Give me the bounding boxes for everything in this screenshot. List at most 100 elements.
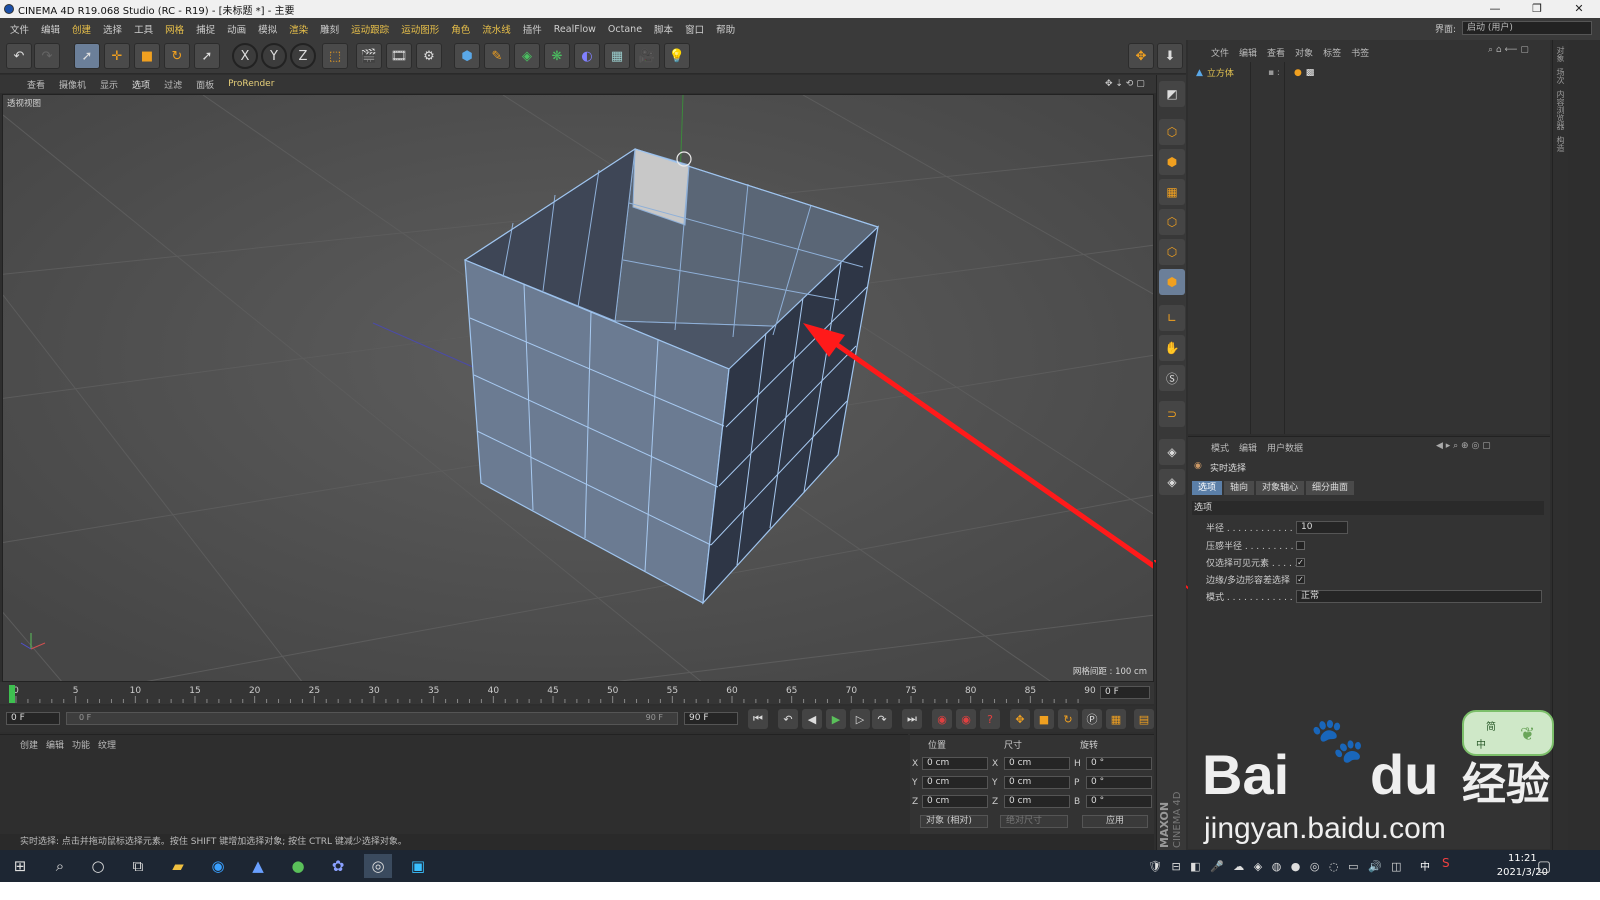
menu-create[interactable]: 创建	[72, 22, 91, 36]
size-mode-select[interactable]: 绝对尺寸	[1000, 815, 1068, 828]
menu-file[interactable]: 文件	[10, 22, 29, 36]
material-tag-icon[interactable]: ▩	[1306, 68, 1315, 78]
apply-button[interactable]: 应用	[1082, 815, 1148, 828]
viewport-menu-panel[interactable]: 面板	[196, 78, 214, 91]
system-tray-icons[interactable]: 🛡 ⊟ ◧ 🎤 ☁ ◈ ◍ ● ◎ ◌ ▭ 🔊 ◫	[1148, 854, 1418, 878]
mat-menu-edit[interactable]: 编辑	[46, 738, 64, 751]
phong-tag-icon[interactable]: ●	[1294, 68, 1302, 78]
polygons-mode-icon[interactable]: ⬢	[1159, 269, 1185, 295]
visibility-toggle-icon[interactable]: ▪ :	[1268, 68, 1280, 78]
attr-menu-userdata[interactable]: 用户数据	[1267, 441, 1303, 454]
menu-window[interactable]: 窗口	[685, 22, 704, 36]
render-view-icon[interactable]: 🎬	[356, 43, 382, 69]
coordinate-mode-select[interactable]: 对象 (相对)	[920, 815, 988, 828]
previous-frame-button[interactable]: ◀	[802, 709, 822, 729]
rot-h-input[interactable]: 0 °	[1086, 757, 1152, 770]
render-picture-viewer-icon[interactable]: 🎞	[386, 43, 412, 69]
menu-mesh[interactable]: 网格	[165, 22, 184, 36]
obj-menu-view[interactable]: 查看	[1267, 46, 1285, 59]
go-to-end-button[interactable]: ⏭	[902, 709, 922, 729]
viewport-menu-display[interactable]: 显示	[100, 78, 118, 91]
model-mode-icon[interactable]: ⬡	[1159, 119, 1185, 145]
keyframe-selection-icon[interactable]: ?	[980, 709, 1000, 729]
menu-snap[interactable]: 捕捉	[196, 22, 215, 36]
menu-pipeline[interactable]: 流水线	[482, 22, 511, 36]
notification-icon[interactable]: ▢	[1530, 854, 1558, 878]
menu-plugins[interactable]: 插件	[523, 22, 542, 36]
menu-character[interactable]: 角色	[451, 22, 470, 36]
obj-search-icon[interactable]: ⌕ ⌂ ⟵ ▢	[1488, 45, 1529, 55]
playhead[interactable]	[9, 685, 15, 703]
rotate-tool-icon[interactable]: ↻	[164, 43, 190, 69]
tab-options[interactable]: 选项	[1192, 481, 1223, 495]
end-frame-field[interactable]: 90 F	[684, 712, 738, 725]
download-icon[interactable]: ⬇	[1157, 43, 1183, 69]
cube-object-icon[interactable]: ⬢	[454, 43, 480, 69]
render-settings-icon[interactable]: ⚙	[416, 43, 442, 69]
make-editable-icon[interactable]: ◩	[1159, 81, 1185, 107]
obj-menu-objects[interactable]: 对象	[1295, 46, 1313, 59]
menu-sculpt[interactable]: 雕刻	[320, 22, 339, 36]
mat-menu-function[interactable]: 功能	[72, 738, 90, 751]
size-z-input[interactable]: 0 cm	[1004, 795, 1070, 808]
recent-tool-icon[interactable]: ➚	[194, 43, 220, 69]
magnet-icon[interactable]: ⊃	[1159, 401, 1185, 427]
x-axis-toggle[interactable]: X	[232, 43, 258, 69]
dock-tab-4[interactable]: 构造	[1555, 136, 1566, 152]
points-mode-icon[interactable]: ⬡	[1159, 209, 1185, 235]
menu-script[interactable]: 脚本	[654, 22, 673, 36]
menu-mograph[interactable]: 运动图形	[401, 22, 439, 36]
layer-lock-icon[interactable]: ◈	[1159, 469, 1185, 495]
mat-menu-texture[interactable]: 纹理	[98, 738, 116, 751]
redo-button[interactable]: ↷	[34, 43, 60, 69]
baidu-icon[interactable]: ✿	[324, 854, 352, 878]
pos-y-input[interactable]: 0 cm	[922, 776, 988, 789]
app-icon[interactable]: ▲	[244, 854, 272, 878]
record-active-icon[interactable]: ◉	[932, 709, 952, 729]
tab-axis[interactable]: 轴向	[1224, 481, 1255, 495]
menu-motion-tracking[interactable]: 运动跟踪	[351, 22, 389, 36]
dock-tab-2[interactable]: 场次	[1555, 68, 1566, 84]
windows-start-icon[interactable]: ⊞	[6, 854, 34, 878]
menu-edit[interactable]: 编辑	[41, 22, 60, 36]
wechat-icon[interactable]: ●	[284, 854, 312, 878]
pos-x-input[interactable]: 0 cm	[922, 757, 988, 770]
viewport-menu-view[interactable]: 查看	[27, 78, 45, 91]
pos-z-input[interactable]: 0 cm	[922, 795, 988, 808]
z-axis-toggle[interactable]: Z	[290, 43, 316, 69]
pressure-radius-checkbox[interactable]	[1296, 541, 1305, 550]
tab-object-axis[interactable]: 对象轴心	[1256, 481, 1305, 495]
maximize-button[interactable]: ❐	[1516, 0, 1558, 18]
screenshot-app-icon[interactable]: ▣	[404, 854, 432, 878]
texture-mode-icon[interactable]: ⬢	[1159, 149, 1185, 175]
subdivision-surface-icon[interactable]: ◈	[514, 43, 540, 69]
obj-menu-file[interactable]: 文件	[1211, 46, 1229, 59]
scale-tool-icon[interactable]: ■	[134, 43, 160, 69]
minimize-button[interactable]: —	[1474, 0, 1516, 18]
frame-range-slider[interactable]: 0 F 90 F	[66, 712, 678, 725]
camera-icon[interactable]: 🎥	[634, 43, 660, 69]
viewport-menu-filter[interactable]: 过滤	[164, 78, 182, 91]
object-row-cube[interactable]: ▲ 立方体 ▪ : ● ▩	[1196, 66, 1315, 80]
live-selection-tool-icon[interactable]: ➚	[74, 43, 100, 69]
viewport-nav-icons[interactable]: ✥ ⇣ ⟲ ▢	[1105, 79, 1145, 89]
obj-menu-bookmarks[interactable]: 书签	[1351, 46, 1369, 59]
current-frame-field[interactable]: 0 F	[1100, 686, 1150, 699]
record-scale-icon[interactable]: ■	[1034, 709, 1054, 729]
viewport-menu-prorender[interactable]: ProRender	[228, 79, 274, 89]
floor-icon[interactable]: ▦	[604, 43, 630, 69]
next-frame-button[interactable]: ▷	[850, 709, 870, 729]
next-key-button[interactable]: ↷	[872, 709, 892, 729]
cortana-icon[interactable]: ○	[84, 854, 112, 878]
menu-animate[interactable]: 动画	[227, 22, 246, 36]
menu-select[interactable]: 选择	[103, 22, 122, 36]
start-frame-field[interactable]: 0 F	[6, 712, 60, 725]
record-position-icon[interactable]: ✥	[1010, 709, 1030, 729]
timeline-ruler[interactable]: 0 5 10 15 20 25 30 35 40 45 50 55 60 65 70 75 80 85 90 0 F	[0, 682, 1154, 704]
autokey-icon[interactable]: ◉	[956, 709, 976, 729]
close-button[interactable]: ✕	[1558, 0, 1600, 18]
attr-nav-icons[interactable]: ◀ ▸ ⌕ ⊕ ◎ ▢	[1436, 441, 1491, 451]
menu-simulate[interactable]: 模拟	[258, 22, 277, 36]
perspective-viewport[interactable]: 透视视图 网格间距 : 100 cm	[2, 94, 1154, 682]
snap-icon[interactable]: Ⓢ	[1159, 365, 1185, 391]
